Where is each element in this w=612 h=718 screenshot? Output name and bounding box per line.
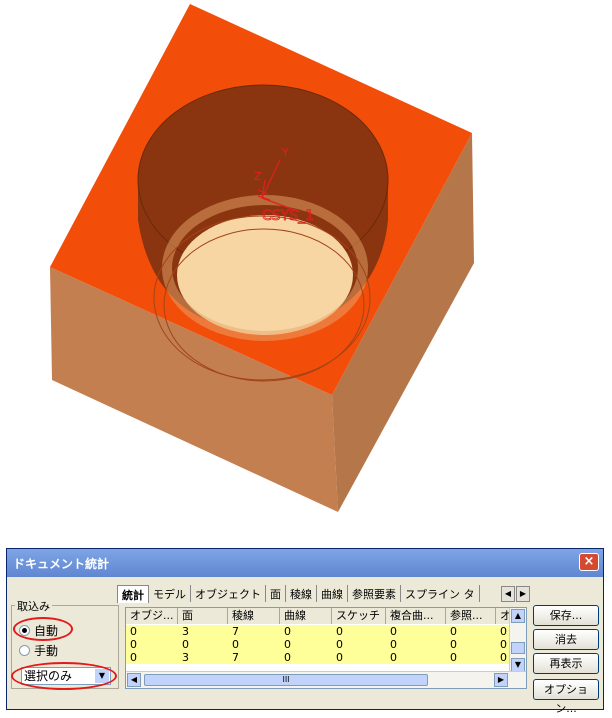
close-icon: × — [583, 554, 595, 569]
table-cell: 0 — [336, 651, 343, 664]
table-cell: 0 — [130, 651, 137, 664]
radio-unselected-icon — [19, 645, 30, 656]
column-header[interactable]: 面 — [178, 608, 228, 624]
table-cell: 0 — [450, 625, 457, 638]
model-view: Y Z CSYS_1 — [50, 4, 474, 512]
tab-model[interactable]: モデル — [149, 585, 191, 602]
graphics-viewport[interactable]: Y Z CSYS_1 — [0, 0, 612, 540]
chevron-right-icon[interactable]: ▶ — [494, 673, 508, 687]
table-header: オブジ... 面 稜線 曲線 スケッチ 複合曲... 参照... オ — [126, 608, 512, 624]
table-cell: 0 — [336, 638, 343, 651]
table-cell: 0 — [182, 638, 189, 651]
axis-y-label: Y — [281, 146, 289, 159]
table-cell: 0 — [390, 638, 397, 651]
radio-manual-label: 手動 — [34, 644, 59, 658]
clear-button[interactable]: 消去 — [533, 629, 599, 650]
csys-label: CSYS_1 — [262, 208, 314, 224]
tab-curve[interactable]: 曲線 — [317, 585, 348, 602]
table-cell: 0 — [336, 625, 343, 638]
table-row[interactable]: 0 3 7 0 0 0 0 0 — [126, 625, 512, 638]
chevron-down-icon[interactable]: ▼ — [511, 658, 525, 672]
column-header[interactable]: スケッチ — [332, 608, 386, 624]
column-header[interactable]: オブジ... — [126, 608, 178, 624]
vertical-scrollbar[interactable]: ▲ ▼ — [509, 608, 526, 674]
vertical-scroll-thumb[interactable] — [511, 642, 525, 654]
radio-manual[interactable]: 手動 — [19, 642, 58, 659]
dialog-title-bar[interactable]: ドキュメント統計 × — [7, 549, 603, 577]
table-cell: 0 — [450, 651, 457, 664]
chevron-left-icon[interactable]: ◀ — [127, 673, 141, 687]
document-statistics-dialog: ドキュメント統計 × 取込み 自動 手動 選択のみ ▼ 統計 モデル オブジェク… — [6, 548, 604, 715]
horizontal-scrollbar[interactable]: ◀ III ▶ — [126, 671, 526, 688]
highlight-ring-combo — [11, 662, 117, 690]
table-cell: 0 — [390, 651, 397, 664]
save-button[interactable]: 保存... — [533, 605, 599, 626]
tab-object[interactable]: オブジェクト — [191, 585, 266, 602]
table-cell: 3 — [182, 625, 189, 638]
capture-group-title: 取込み — [15, 598, 52, 614]
table-cell: 0 — [130, 638, 137, 651]
table-cell: 0 — [284, 651, 291, 664]
horizontal-scroll-thumb[interactable]: III — [144, 674, 428, 686]
table-row[interactable]: 0 3 7 0 0 0 0 0 — [126, 651, 512, 664]
chevron-right-icon[interactable]: ▶ — [516, 586, 530, 602]
table-cell: 7 — [232, 625, 239, 638]
tab-statistics[interactable]: 統計 — [117, 585, 149, 603]
table-cell: 7 — [232, 651, 239, 664]
chevron-left-icon[interactable]: ◀ — [501, 586, 515, 602]
dialog-title: ドキュメント統計 — [13, 557, 110, 571]
options-button[interactable]: オプション... — [533, 679, 599, 715]
highlight-ring-auto — [13, 617, 73, 641]
table-row[interactable]: 0 0 0 0 0 0 0 0 — [126, 638, 512, 651]
table-cell: 0 — [130, 625, 137, 638]
column-header[interactable]: 曲線 — [280, 608, 332, 624]
refresh-button[interactable]: 再表示 — [533, 653, 599, 674]
column-header[interactable]: 参照... — [446, 608, 496, 624]
tab-reference[interactable]: 参照要素 — [348, 585, 401, 602]
close-button[interactable]: × — [579, 553, 599, 571]
column-header[interactable]: 稜線 — [228, 608, 280, 624]
axis-z-label: Z — [254, 170, 262, 183]
tab-strip: 統計 モデル オブジェクト 面 稜線 曲線 参照要素 スプライン タ — [117, 585, 480, 603]
table-cell: 0 — [284, 625, 291, 638]
tab-scroll-buttons: ◀ ▶ — [501, 586, 530, 602]
table-cell: 0 — [450, 638, 457, 651]
column-header[interactable]: 複合曲... — [386, 608, 446, 624]
tab-face[interactable]: 面 — [266, 585, 286, 602]
table-cell: 3 — [182, 651, 189, 664]
table-cell: 0 — [232, 638, 239, 651]
statistics-table[interactable]: オブジ... 面 稜線 曲線 スケッチ 複合曲... 参照... オ 0 3 7… — [125, 607, 527, 689]
table-cell: 0 — [284, 638, 291, 651]
tab-edge[interactable]: 稜線 — [286, 585, 317, 602]
table-cell: 0 — [390, 625, 397, 638]
tab-spline[interactable]: スプライン タ — [401, 585, 480, 602]
chevron-up-icon[interactable]: ▲ — [511, 609, 525, 623]
